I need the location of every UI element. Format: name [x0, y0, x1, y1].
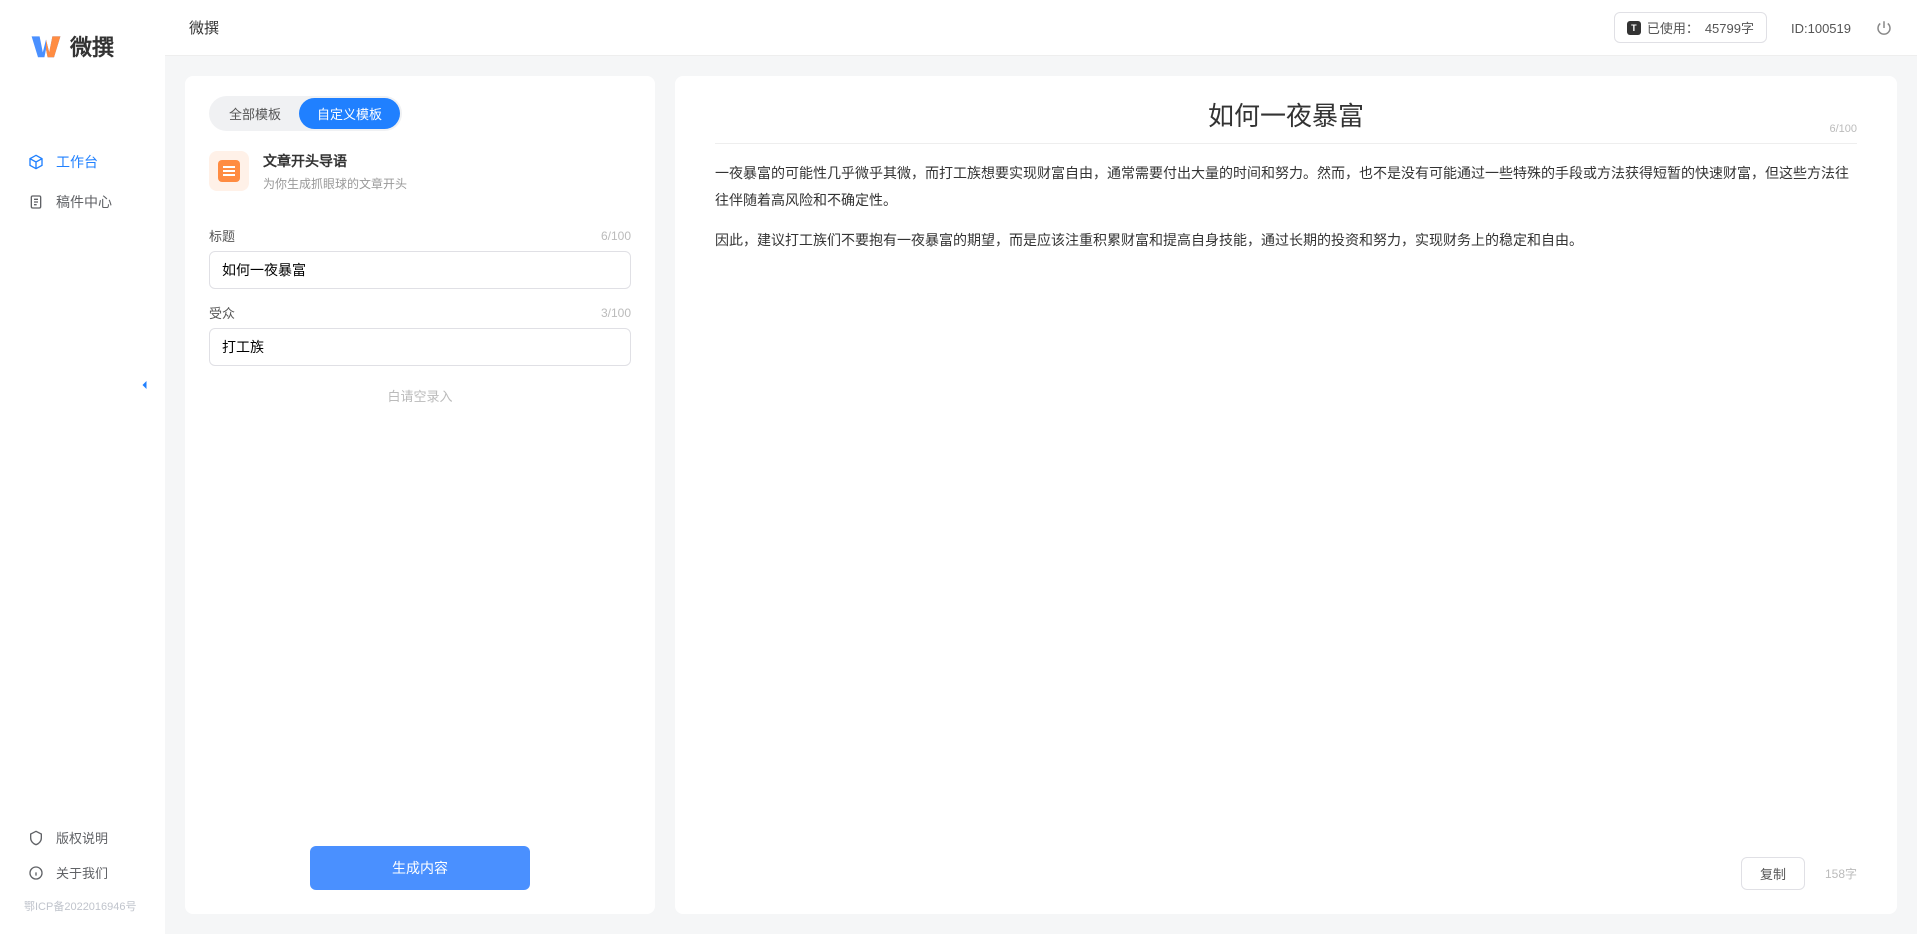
cube-icon [28, 154, 44, 170]
word-count: 158字 [1825, 865, 1857, 882]
field-counter: 6/100 [601, 229, 631, 243]
field-label: 受众 [209, 303, 235, 322]
output-title: 如何一夜暴富 [715, 96, 1857, 133]
field-title: 标题 6/100 [209, 226, 631, 289]
sidebar-bottom: 版权说明 关于我们 鄂ICP备2022016946号 [0, 820, 165, 914]
collapse-sidebar-button[interactable] [135, 375, 155, 395]
generate-button[interactable]: 生成内容 [310, 846, 530, 890]
nav-main: 工作台 稿件中心 [0, 82, 165, 222]
nav-copyright[interactable]: 版权说明 [0, 820, 165, 855]
content: 全部模板 自定义模板 文章开头导语 为你生成抓眼球的文章开头 标题 6/ [165, 56, 1917, 934]
template-title: 文章开头导语 [263, 151, 407, 171]
nav-drafts[interactable]: 稿件中心 [0, 182, 165, 222]
field-label: 标题 [209, 226, 235, 245]
output-paragraph: 一夜暴富的可能性几乎微乎其微，而打工族想要实现财富自由，通常需要付出大量的时间和… [715, 160, 1857, 213]
usage-value: 45799字 [1705, 18, 1754, 37]
icp-text: 鄂ICP备2022016946号 [0, 890, 165, 914]
document-icon [28, 194, 44, 210]
nav-label: 稿件中心 [56, 192, 112, 212]
text-icon: T [1627, 21, 1641, 35]
field-audience: 受众 3/100 [209, 303, 631, 366]
tab-custom-templates[interactable]: 自定义模板 [299, 98, 400, 129]
template-tabs: 全部模板 自定义模板 [209, 96, 402, 131]
template-header: 文章开头导语 为你生成抓眼球的文章开头 [209, 131, 631, 212]
id-value: 100519 [1808, 21, 1851, 36]
copy-button[interactable]: 复制 [1741, 857, 1805, 890]
shield-icon [28, 830, 44, 846]
audience-input[interactable] [209, 328, 631, 366]
nav-label: 关于我们 [56, 863, 108, 882]
logo: 微撰 [0, 0, 165, 82]
output-title-row: 如何一夜暴富 6/100 [715, 96, 1857, 144]
topbar-right: T 已使用： 45799字 ID:100519 [1614, 12, 1893, 43]
form-hint: 白请空录入 [209, 386, 631, 405]
output-body: 一夜暴富的可能性几乎微乎其微，而打工族想要实现财富自由，通常需要付出大量的时间和… [715, 150, 1857, 268]
topbar: 微撰 T 已使用： 45799字 ID:100519 [165, 0, 1917, 56]
template-icon [209, 151, 249, 191]
brand-name: 微撰 [70, 30, 114, 62]
nav-label: 工作台 [56, 152, 98, 172]
sidebar: 微撰 工作台 稿件中心 版权说明 [0, 0, 165, 934]
output-panel: 如何一夜暴富 6/100 一夜暴富的可能性几乎微乎其微，而打工族想要实现财富自由… [675, 76, 1897, 914]
field-counter: 3/100 [601, 306, 631, 320]
output-title-counter: 6/100 [1829, 123, 1857, 135]
usage-label: 已使用： [1647, 18, 1699, 37]
nav-workspace[interactable]: 工作台 [0, 142, 165, 182]
usage-chip[interactable]: T 已使用： 45799字 [1614, 12, 1767, 43]
form-panel: 全部模板 自定义模板 文章开头导语 为你生成抓眼球的文章开头 标题 6/ [185, 76, 655, 914]
id-label: ID: [1791, 21, 1808, 36]
topbar-title: 微撰 [189, 17, 219, 38]
template-desc: 为你生成抓眼球的文章开头 [263, 175, 407, 192]
main: 微撰 T 已使用： 45799字 ID:100519 全部模板 自定 [165, 0, 1917, 934]
logo-icon [30, 33, 62, 59]
power-icon[interactable] [1875, 19, 1893, 37]
user-id: ID:100519 [1791, 20, 1851, 36]
output-footer: 复制 158字 [1741, 857, 1857, 890]
nav-about[interactable]: 关于我们 [0, 855, 165, 890]
nav-label: 版权说明 [56, 828, 108, 847]
title-input[interactable] [209, 251, 631, 289]
tab-all-templates[interactable]: 全部模板 [211, 98, 299, 129]
document-lines-icon [218, 160, 240, 182]
info-icon [28, 865, 44, 881]
output-paragraph: 因此，建议打工族们不要抱有一夜暴富的期望，而是应该注重积累财富和提高自身技能，通… [715, 227, 1857, 254]
